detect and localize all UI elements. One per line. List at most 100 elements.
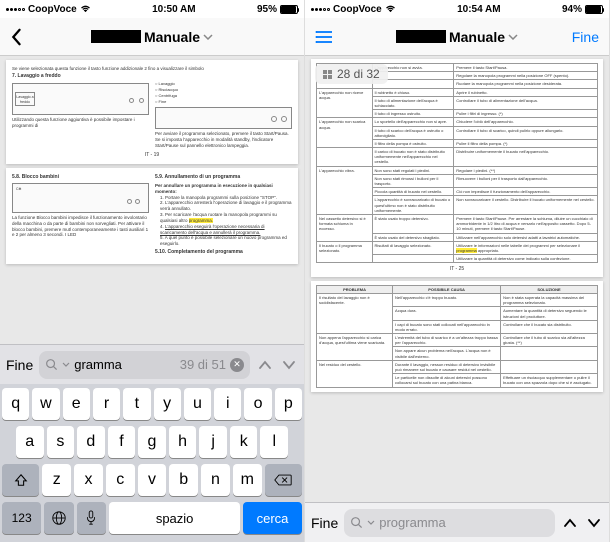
diagram [155,107,292,129]
key-w[interactable]: w [32,388,59,420]
search-icon [350,516,363,529]
chevron-down-icon[interactable] [62,362,70,367]
section-title: 5.8. Blocco bambini [12,174,149,181]
key-h[interactable]: h [169,426,197,458]
key-m[interactable]: m [233,464,262,496]
diagram: C✻ [12,183,149,213]
key-d[interactable]: d [77,426,105,458]
key-c[interactable]: c [106,464,135,496]
back-icon[interactable] [10,28,22,46]
backspace-key[interactable] [265,464,302,496]
signal-icon [6,8,25,11]
troubleshooting-table: PROBLEMAPOSSIBILE CAUSASOLUZIONEIl risul… [316,285,598,388]
key-l[interactable]: l [260,426,288,458]
battery-pct: 94% [562,4,582,15]
find-next-button[interactable] [585,518,603,528]
nav-bar: Manuale Fine [305,18,609,56]
find-prev-button[interactable] [561,518,579,528]
space-key[interactable]: spazio [109,502,240,534]
key-u[interactable]: u [184,388,211,420]
wifi-icon [80,5,91,13]
section-title: 5.9. Annullamento di un programma [155,174,292,181]
key-row-bottom: 123 spazio cerca [2,502,302,534]
find-next-button[interactable] [280,360,298,370]
time-label: 10:50 AM [152,4,196,15]
mic-key[interactable] [77,502,106,534]
key-j[interactable]: j [199,426,227,458]
carrier-label: CoopVoce [333,4,382,15]
key-i[interactable]: i [214,388,241,420]
page-number: IT - 25 [316,266,598,273]
page-title[interactable]: Manuale [91,29,213,45]
key-e[interactable]: e [63,388,90,420]
key-p[interactable]: p [275,388,302,420]
done-button[interactable]: Fine [572,29,599,45]
find-done-button[interactable]: Fine [6,357,33,373]
find-count: 39 di 51 [180,357,226,372]
key-g[interactable]: g [138,426,166,458]
page-title[interactable]: Manuale [396,29,518,45]
pdf-page: PROBLEMAPOSSIBILE CAUSASOLUZIONEIl risul… [311,281,603,392]
battery-icon [280,5,298,14]
key-v[interactable]: v [138,464,167,496]
search-icon [45,358,58,371]
right-screenshot: CoopVoce 10:54 AM 94% Manuale Fine 28 di… [305,0,610,542]
carrier-label: CoopVoce [28,4,77,15]
find-bar: Fine gramma 39 di 51 ✕ [0,344,304,384]
search-highlight: programma. [189,218,213,223]
key-n[interactable]: n [201,464,230,496]
clear-icon[interactable]: ✕ [230,358,244,372]
key-y[interactable]: y [154,388,181,420]
status-bar: CoopVoce 10:54 AM 94% [305,0,609,18]
key-z[interactable]: z [42,464,71,496]
wifi-icon [385,5,396,13]
redacted-model [91,30,141,43]
key-row-2: asdfghjkl [2,426,302,458]
nav-bar: Manuale [0,18,304,56]
keyboard: qwertyuiop asdfghjkl zxcvbnm 123 spazio … [0,384,304,542]
globe-key[interactable] [44,502,73,534]
page-indicator[interactable]: 28 di 32 [315,64,388,84]
key-row-1: qwertyuiop [2,388,302,420]
troubleshooting-table: L'apparecchio non si avvia.Premere il ta… [316,63,598,263]
left-screenshot: CoopVoce 10:50 AM 95% Manuale Se viene s… [0,0,305,542]
key-o[interactable]: o [244,388,271,420]
key-r[interactable]: r [93,388,120,420]
find-prev-button[interactable] [256,360,274,370]
diagram: Lavaggio a freddo [12,83,149,115]
search-key[interactable]: cerca [243,502,302,534]
section-title: 7. Lavaggio a freddo [12,73,292,80]
shift-key[interactable] [2,464,39,496]
grid-icon [323,70,332,79]
chevron-down-icon[interactable] [367,520,375,525]
battery-pct: 95% [257,4,277,15]
pdf-page: Se viene selezionata questa funzione il … [6,60,298,164]
key-s[interactable]: s [47,426,75,458]
document-viewport[interactable]: Se viene selezionata questa funzione il … [0,56,304,344]
find-input[interactable]: gramma 39 di 51 ✕ [39,351,250,379]
redacted-model [396,30,446,43]
find-done-button[interactable]: Fine [311,515,338,531]
menu-icon[interactable] [315,30,333,44]
key-a[interactable]: a [16,426,44,458]
find-input[interactable]: programma [344,509,555,537]
status-bar: CoopVoce 10:50 AM 95% [0,0,304,18]
pdf-page: 5.8. Blocco bambini C✻ La funzione Blocc… [6,168,298,263]
find-bar: Fine programma [305,502,609,542]
key-row-3: zxcvbnm [2,464,302,496]
find-query-text: gramma [74,357,176,372]
chevron-down-icon [203,34,213,40]
pdf-page: L'apparecchio non si avvia.Premere il ta… [311,59,603,277]
key-q[interactable]: q [2,388,29,420]
find-query-text: programma [379,515,549,530]
chevron-down-icon [508,34,518,40]
key-k[interactable]: k [230,426,258,458]
signal-icon [311,8,330,11]
numbers-key[interactable]: 123 [2,502,41,534]
key-x[interactable]: x [74,464,103,496]
key-b[interactable]: b [169,464,198,496]
document-viewport[interactable]: 28 di 32 L'apparecchio non si avvia.Prem… [305,56,609,502]
key-f[interactable]: f [108,426,136,458]
time-label: 10:54 AM [457,4,501,15]
key-t[interactable]: t [123,388,150,420]
